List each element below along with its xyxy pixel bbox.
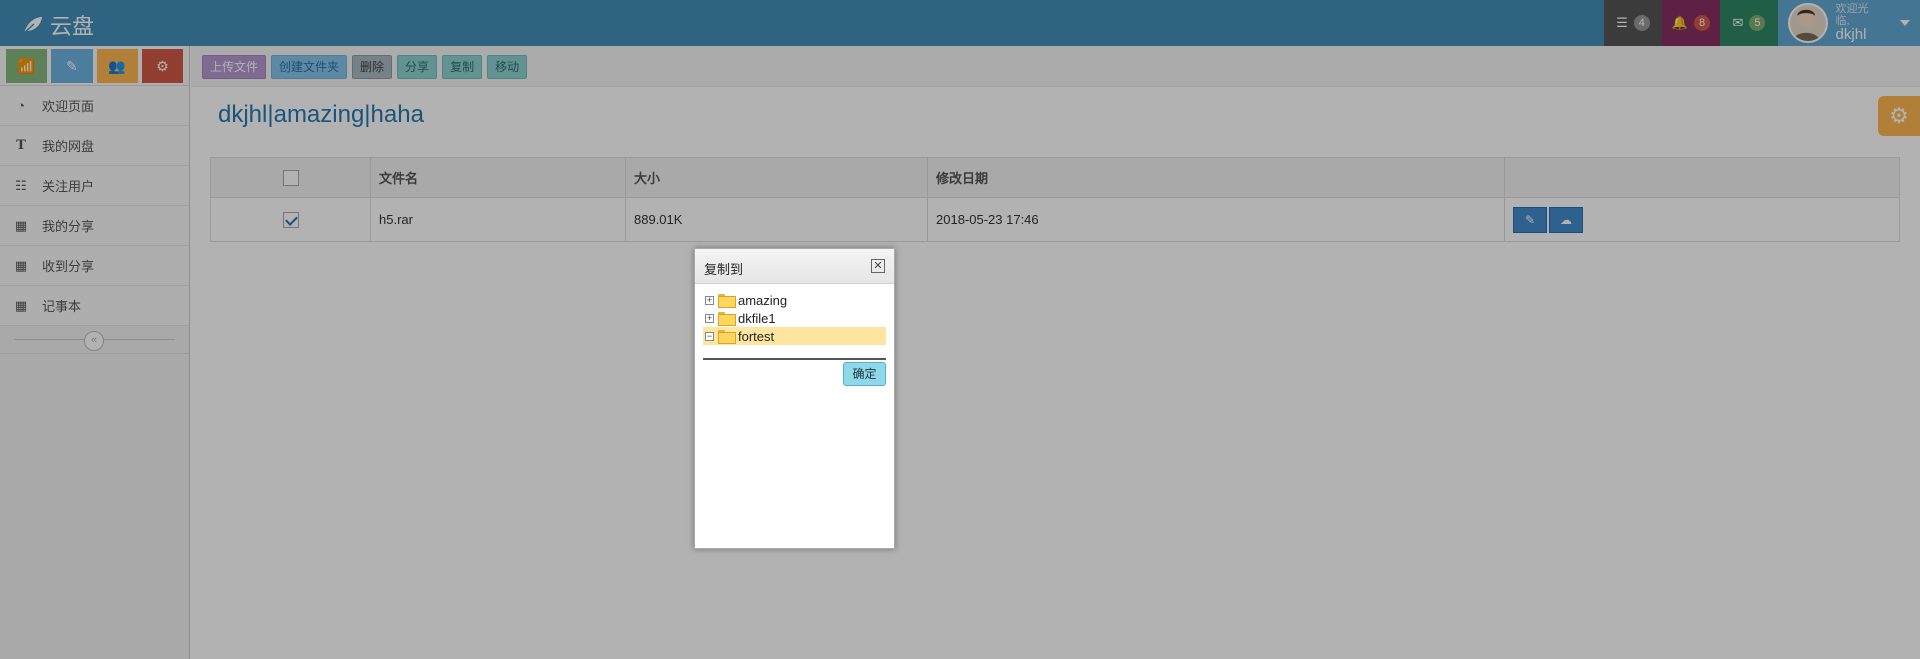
tree-node-fortest[interactable]: − fortest xyxy=(703,327,886,345)
folder-icon xyxy=(718,294,736,308)
folder-icon xyxy=(718,312,736,326)
collapse-node-icon[interactable]: − xyxy=(705,331,714,341)
tree-node-label: fortest xyxy=(738,328,775,344)
dialog-title: 复制到 xyxy=(704,262,744,277)
tree-node-amazing[interactable]: + amazing xyxy=(703,291,886,309)
dialog-separator xyxy=(703,358,886,360)
tree-node-dkfile1[interactable]: + dkfile1 xyxy=(703,309,886,327)
modal-overlay xyxy=(0,0,1920,659)
close-icon[interactable]: ✕ xyxy=(871,259,885,273)
tree-node-label: dkfile1 xyxy=(738,310,776,326)
expand-icon[interactable]: + xyxy=(705,313,714,323)
folder-tree: + amazing + dkfile1 − fortest xyxy=(695,284,894,345)
tree-node-label: amazing xyxy=(738,292,788,308)
confirm-button[interactable]: 确定 xyxy=(843,362,886,386)
expand-icon[interactable]: + xyxy=(705,295,714,305)
folder-open-icon xyxy=(718,330,736,344)
copy-to-dialog: 复制到 ✕ + amazing + dkfile1 − fortest 确定 xyxy=(694,248,895,549)
dialog-header: 复制到 ✕ xyxy=(695,249,894,284)
